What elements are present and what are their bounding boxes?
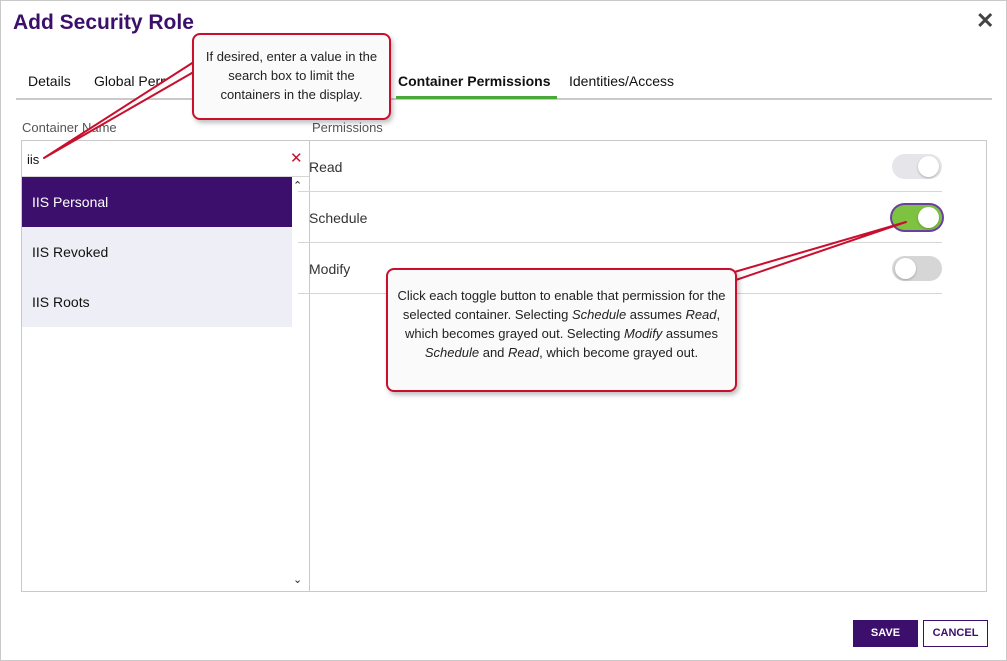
scroll-down-icon[interactable]: ⌄ [293, 573, 302, 586]
tab-bar: Details Global Perm Container Permission… [16, 69, 992, 100]
permission-label: Read [309, 159, 343, 175]
permission-row-schedule: Schedule [298, 192, 942, 243]
read-toggle[interactable] [892, 154, 942, 179]
toggle-knob [895, 258, 916, 279]
schedule-toggle[interactable] [892, 205, 942, 230]
search-tip-callout: If desired, enter a value in the search … [192, 33, 391, 120]
container-list: IIS Personal IIS Revoked IIS Roots [22, 177, 292, 327]
permissions-label: Permissions [312, 120, 383, 135]
list-item[interactable]: IIS Revoked [22, 227, 292, 277]
list-item[interactable]: IIS Personal [22, 177, 292, 227]
permission-label: Modify [309, 261, 351, 277]
close-icon[interactable]: ✕ [976, 10, 994, 32]
cancel-button[interactable]: CANCEL [923, 620, 988, 647]
tab-details[interactable]: Details [28, 73, 71, 89]
permission-label: Schedule [309, 210, 368, 226]
container-search: ✕ [22, 141, 309, 177]
permission-row-read: Read [298, 141, 942, 192]
tab-identities-access[interactable]: Identities/Access [569, 73, 674, 89]
toggle-tip-callout: Click each toggle button to enable that … [386, 268, 737, 392]
tab-container-permissions[interactable]: Container Permissions [398, 73, 551, 89]
container-name-label: Container Name [22, 120, 117, 135]
list-item[interactable]: IIS Roots [22, 277, 292, 327]
active-tab-indicator [396, 96, 557, 99]
tab-global-permissions[interactable]: Global Perm [94, 73, 172, 89]
toggle-knob [918, 156, 939, 177]
dialog-title: Add Security Role [13, 11, 194, 34]
modify-toggle[interactable] [892, 256, 942, 281]
toggle-knob [918, 207, 939, 228]
container-search-input[interactable] [27, 150, 277, 168]
save-button[interactable]: SAVE [853, 620, 918, 647]
